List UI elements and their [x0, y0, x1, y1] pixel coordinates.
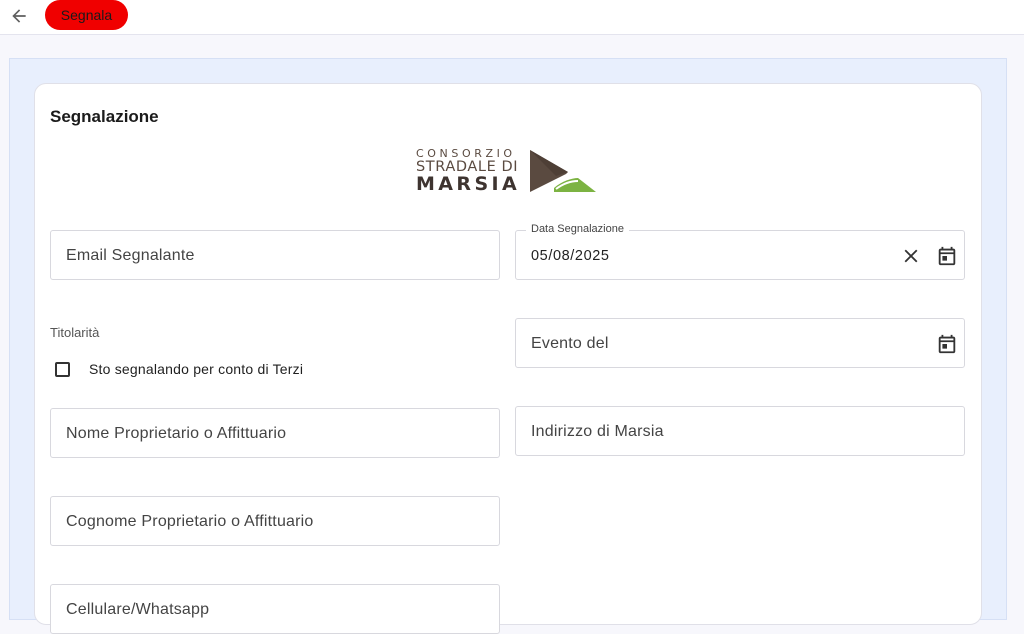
email-field[interactable]: Email Segnalante — [50, 230, 500, 280]
owner-surname-placeholder: Cognome Proprietario o Affittuario — [66, 513, 314, 530]
report-date-field[interactable]: Data Segnalazione 05/08/2025 — [515, 223, 965, 280]
back-button[interactable] — [6, 4, 32, 28]
report-button[interactable]: Segnala — [45, 0, 128, 30]
form-title: Segnalazione — [50, 107, 159, 126]
calendar-icon — [938, 246, 956, 266]
consorzio-logo: CONSORZIO STRADALE DI MARSIA — [416, 146, 598, 196]
ownership-label: Titolarità — [50, 325, 100, 340]
close-icon — [904, 249, 918, 263]
address-field[interactable]: Indirizzo di Marsia — [515, 406, 965, 456]
report-date-value: 05/08/2025 — [531, 248, 610, 264]
clear-date-button[interactable] — [899, 244, 923, 268]
calendar-icon — [938, 334, 956, 354]
phone-placeholder: Cellulare/Whatsapp — [66, 601, 210, 618]
arrow-left-icon — [12, 9, 26, 23]
owner-surname-field[interactable]: Cognome Proprietario o Affittuario — [50, 496, 500, 546]
mountain-road-icon — [530, 150, 596, 192]
report-date-label: Data Segnalazione — [526, 223, 629, 235]
address-placeholder: Indirizzo di Marsia — [531, 423, 664, 440]
owner-name-placeholder: Nome Proprietario o Affittuario — [66, 425, 287, 442]
report-date-calendar-button[interactable] — [935, 244, 959, 268]
event-date-placeholder: Evento del — [531, 335, 609, 352]
event-date-calendar-button[interactable] — [935, 332, 959, 356]
logo-line-3: MARSIA — [416, 173, 521, 195]
phone-field[interactable]: Cellulare/Whatsapp — [50, 584, 500, 634]
third-party-checkbox-label: Sto segnalando per conto di Terzi — [89, 361, 304, 377]
third-party-checkbox[interactable] — [55, 361, 70, 377]
email-placeholder: Email Segnalante — [66, 247, 195, 264]
third-party-checkbox-row[interactable]: Sto segnalando per conto di Terzi — [55, 358, 303, 380]
top-app-bar: Segnala — [0, 0, 1024, 35]
owner-name-field[interactable]: Nome Proprietario o Affittuario — [50, 408, 500, 458]
event-date-field[interactable]: Evento del — [515, 318, 965, 368]
